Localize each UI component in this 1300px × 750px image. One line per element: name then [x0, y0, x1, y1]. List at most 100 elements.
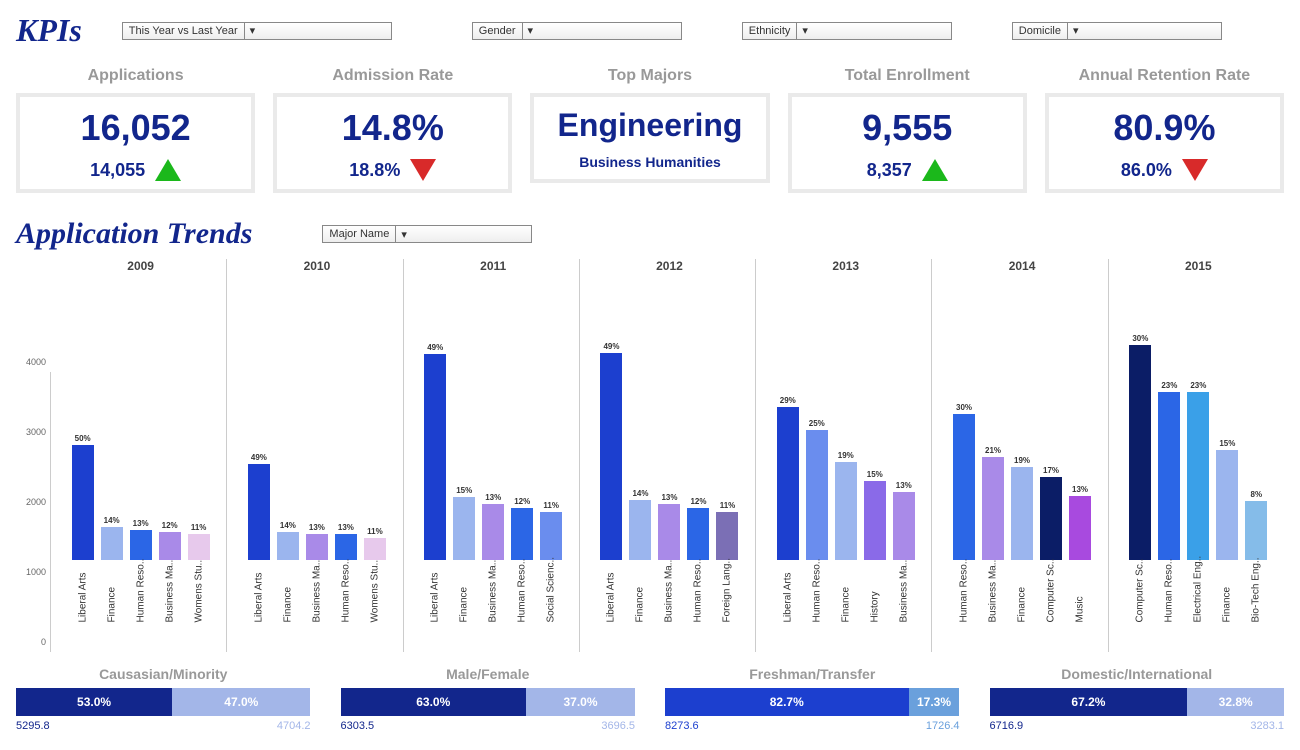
split-values: 8273.61726.4 [665, 720, 960, 732]
year-panel: 201149%15%13%12%11%Liberal ArtsFinanceBu… [408, 259, 580, 652]
bar-pct: 29% [780, 396, 796, 405]
bar [424, 354, 446, 561]
bar-category-label: Social Scienc.. [538, 564, 564, 652]
kpi-value: 16,052 [24, 107, 247, 149]
bar-wrap: 25% [804, 419, 830, 560]
arrow-up-icon [922, 159, 948, 181]
year-panel: 201329%25%19%15%13%Liberal ArtsHuman Res… [760, 259, 932, 652]
bar-pct: 13% [1072, 485, 1088, 494]
bar-pct: 13% [133, 519, 149, 528]
bar-category-label: Computer Sc.. [1038, 564, 1064, 652]
year-panel: 201430%21%19%17%13%Human Reso..Business … [936, 259, 1108, 652]
bar-wrap: 11% [714, 501, 740, 560]
bar-category-label: Finance [1009, 564, 1035, 652]
bar-category-label: Human Reso.. [951, 564, 977, 652]
bar-category-label: Finance [833, 564, 859, 652]
bar-wrap: 13% [128, 519, 154, 560]
filter-ethnicity[interactable]: Ethnicity ▾ [742, 22, 952, 40]
bar-category-label: History [862, 564, 888, 652]
bar-wrap: 13% [304, 523, 330, 560]
bar-group: 30%23%23%15%8% [1113, 279, 1284, 560]
bar-wrap: 17% [1038, 466, 1064, 560]
kpi-enrollment: Total Enrollment 9,555 8,357 [788, 67, 1027, 193]
kpi-title: Annual Retention Rate [1045, 67, 1284, 85]
bar-category-label: Womens Stu.. [362, 564, 388, 652]
kpi-value: 80.9% [1053, 107, 1276, 149]
kpi-header-row: KPIs This Year vs Last Year ▾ Gender ▾ E… [16, 12, 1284, 49]
filter-compare[interactable]: This Year vs Last Year ▾ [122, 22, 392, 40]
bar-group: 49%15%13%12%11% [408, 279, 579, 560]
split-values: 6303.53696.5 [341, 720, 636, 732]
bar-wrap: 29% [775, 396, 801, 560]
year-label: 2010 [231, 259, 402, 279]
kpi-value: 9,555 [796, 107, 1019, 149]
bar-pct: 11% [367, 527, 383, 536]
bar [1069, 496, 1091, 560]
bar [159, 532, 181, 560]
bar-wrap: 50% [70, 434, 96, 561]
bar [1129, 345, 1151, 560]
arrow-down-icon [410, 159, 436, 181]
split-seg-a: 63.0% [341, 688, 527, 716]
bar-group: 49%14%13%13%11% [231, 279, 402, 560]
bar-wrap: 13% [891, 481, 917, 560]
split-seg-a: 67.2% [990, 688, 1188, 716]
bar-pct: 11% [543, 501, 559, 510]
bar [130, 530, 152, 560]
bar-category-label: Finance [275, 564, 301, 652]
bar-category-label: Liberal Arts [246, 564, 272, 652]
bar-wrap: 49% [422, 343, 448, 561]
demographic-splits: Causasian/Minority53.0%47.0%5295.84704.2… [16, 666, 1284, 732]
bar-category-label: Human Reso.. [128, 564, 154, 652]
chevron-down-icon: ▾ [522, 23, 534, 39]
bar [1245, 501, 1267, 560]
split-val-b: 3696.5 [601, 720, 635, 732]
filter-gender[interactable]: Gender ▾ [472, 22, 682, 40]
kpi-box: 16,052 14,055 [16, 93, 255, 193]
kpi-box: 14.8% 18.8% [273, 93, 512, 193]
kpi-major-top: Engineering [538, 107, 761, 144]
bar-pct: 15% [1219, 439, 1235, 448]
split-val-a: 5295.8 [16, 720, 50, 732]
bar-category-label: Human Reso.. [685, 564, 711, 652]
bar-pct: 13% [661, 493, 677, 502]
bar-category-label: Business Ma.. [480, 564, 506, 652]
bar-category-label: Foreign Lang.. [714, 564, 740, 652]
bar-category-label: Bio-Tech Eng.. [1243, 564, 1269, 652]
bar [511, 508, 533, 560]
split-seg-b: 47.0% [172, 688, 310, 716]
bar-category-label: Womens Stu.. [186, 564, 212, 652]
split-bar: 53.0%47.0% [16, 688, 311, 716]
split-val-a: 8273.6 [665, 720, 699, 732]
bar-wrap: 11% [362, 527, 388, 560]
bar-category-label: Business Ma.. [157, 564, 183, 652]
bar-wrap: 15% [1214, 439, 1240, 560]
bar-pct: 14% [104, 516, 120, 525]
bar-category-label: Business Ma.. [891, 564, 917, 652]
split-title: Male/Female [341, 666, 636, 682]
split-seg-a: 53.0% [16, 688, 172, 716]
kpi-prev: 14,055 [90, 160, 145, 181]
bar-pct: 12% [514, 497, 530, 506]
bar-pct: 14% [632, 489, 648, 498]
bar-category-label: Finance [99, 564, 125, 652]
bar [335, 534, 357, 560]
bar-pct: 30% [956, 403, 972, 412]
kpi-box: 80.9% 86.0% [1045, 93, 1284, 193]
split-seg-a: 82.7% [665, 688, 909, 716]
bar-category-label: Business Ma.. [656, 564, 682, 652]
bar-category-label: Electrical Eng.. [1185, 564, 1211, 652]
filter-domicile[interactable]: Domicile ▾ [1012, 22, 1222, 40]
bar [1216, 450, 1238, 560]
split-card: Domestic/International67.2%32.8%6716.932… [990, 666, 1285, 732]
bar-wrap: 21% [980, 446, 1006, 560]
filter-major[interactable]: Major Name ▾ [322, 225, 532, 243]
bar-category-label: Liberal Arts [598, 564, 624, 652]
bar-wrap: 15% [451, 486, 477, 560]
bar-pct: 15% [867, 470, 883, 479]
bar-category-label: Business Ma.. [980, 564, 1006, 652]
split-card: Causasian/Minority53.0%47.0%5295.84704.2 [16, 666, 311, 732]
arrow-down-icon [1182, 159, 1208, 181]
bar-pct: 11% [720, 501, 736, 510]
kpi-majors: Top Majors Engineering Business Humaniti… [530, 67, 769, 193]
